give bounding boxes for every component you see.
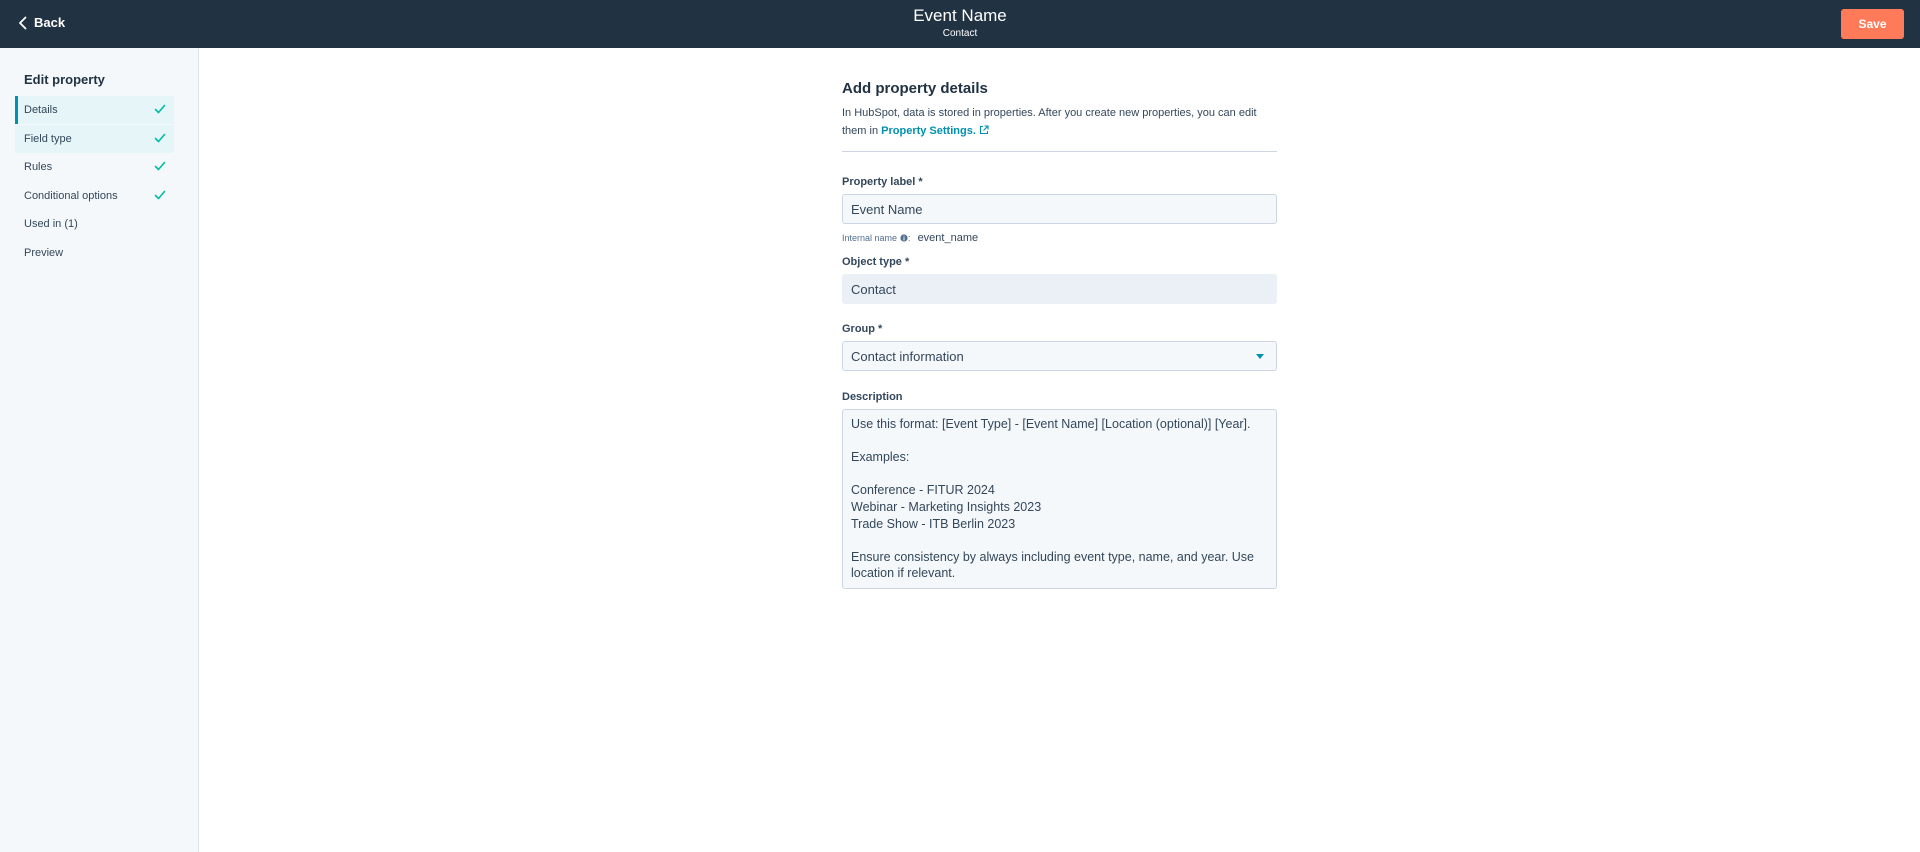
sidebar-title: Edit property	[24, 72, 105, 87]
group-value: Contact information	[851, 348, 964, 364]
description-label: Description	[842, 391, 903, 403]
form-title: Add property details	[842, 80, 988, 97]
page-subtitle: Contact	[942, 28, 978, 39]
internal-name-row: Internal name : event_name	[842, 232, 1277, 244]
sidebar-item-rules[interactable]: Rules	[15, 153, 174, 181]
description-line	[851, 532, 1268, 549]
description-line	[851, 466, 1268, 483]
sidebar-item-label: Preview	[24, 246, 64, 259]
group-select[interactable]: Contact information	[842, 341, 1277, 371]
info-icon[interactable]	[900, 234, 908, 242]
property-label-label: Property label *	[842, 176, 923, 188]
form-intro: In HubSpot, data is stored in properties…	[842, 104, 1277, 140]
sidebar-item-label: Used in (1)	[24, 218, 78, 231]
sidebar-item-label: Details	[24, 104, 58, 116]
checkmark-icon	[154, 190, 166, 200]
description-line: Examples:	[851, 450, 910, 465]
checkmark-icon	[154, 161, 166, 171]
internal-name-value: event_name	[917, 232, 979, 244]
sidebar-item-details[interactable]: Details	[15, 96, 174, 124]
sidebar-item-label: Field type	[24, 132, 72, 145]
sidebar-item-used-in[interactable]: Used in (1)	[15, 210, 174, 238]
save-button[interactable]: Save	[1841, 9, 1904, 39]
checkmark-icon	[154, 104, 166, 114]
sidebar-item-label: Conditional options	[24, 189, 118, 202]
description-line: Trade Show - ITB Berlin 2023	[851, 516, 1016, 531]
page-title: Event Name	[913, 6, 1007, 25]
sidebar: Edit property Details Field type Rules C…	[0, 48, 199, 852]
object-type-field: Contact	[842, 274, 1277, 304]
description-line: location if relevant.	[851, 566, 956, 581]
property-settings-link[interactable]: Property Settings.	[881, 125, 989, 137]
caret-down-icon	[1256, 354, 1264, 359]
description-line: Webinar - Marketing Insights 2023	[851, 499, 1042, 514]
object-type-label: Object type *	[842, 256, 910, 268]
internal-name-label: Internal name	[842, 233, 898, 243]
description-line: Use this format: [Event Type] - [Event N…	[851, 417, 1251, 431]
sidebar-nav: Details Field type Rules Conditional opt…	[15, 96, 174, 268]
property-label-value: Event Name	[851, 201, 923, 217]
group-label: Group *	[842, 323, 883, 335]
description-textarea[interactable]: Use this format: [Event Type] - [Event N…	[842, 409, 1277, 589]
sidebar-item-label: Rules	[24, 161, 53, 174]
internal-name-colon: :	[908, 233, 911, 243]
object-type-value: Contact	[851, 281, 896, 297]
checkmark-icon	[154, 133, 166, 142]
link-label: Property Settings.	[881, 125, 976, 137]
description-line: Conference - FITUR 2024	[851, 483, 995, 498]
sidebar-item-conditional-options[interactable]: Conditional options	[15, 182, 174, 210]
sidebar-item-field-type[interactable]: Field type	[15, 124, 174, 153]
section-divider	[842, 151, 1277, 152]
top-header-bar: Back Event Name Contact Save	[0, 0, 1920, 48]
description-line: Ensure consistency by always including e…	[851, 549, 1254, 564]
external-link-icon	[979, 125, 989, 135]
sidebar-item-preview[interactable]: Preview	[15, 239, 174, 267]
description-line	[851, 433, 1268, 450]
property-label-input[interactable]: Event Name	[842, 194, 1277, 224]
property-details-form: Add property details In HubSpot, data is…	[842, 80, 1277, 589]
